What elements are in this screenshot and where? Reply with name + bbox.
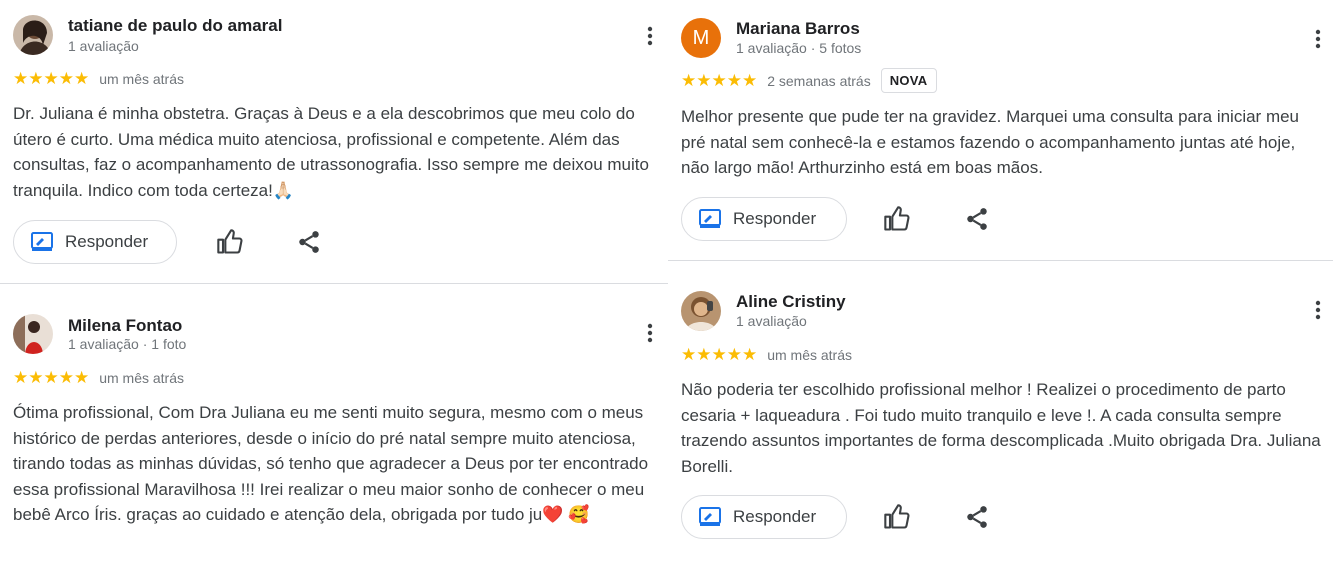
share-icon[interactable] [296, 229, 324, 257]
reviewer-name[interactable]: Aline Cristiny [736, 292, 846, 312]
review-text: Ótima profissional, Com Dra Juliana eu m… [13, 403, 649, 524]
review-date: um mês atrás [99, 70, 185, 87]
more-vert-icon[interactable] [1306, 27, 1330, 51]
rating: ★★★★★ 2 semanas atrás NOVA [681, 68, 937, 93]
review-card: Milena Fontao 1 avaliação · 1 foto ★★★★★… [13, 284, 668, 561]
reviewer-name[interactable]: Milena Fontao [68, 316, 182, 336]
review-card: M Mariana Barros 1 avaliação · 5 fotos ★… [681, 0, 1333, 260]
review-date: um mês atrás [767, 346, 853, 363]
share-icon[interactable] [964, 206, 992, 234]
review-text: Melhor presente que pude ter na gravidez… [681, 107, 1300, 177]
reviewer-meta[interactable]: 1 avaliação · 5 fotos [736, 40, 861, 56]
review-date: um mês atrás [99, 369, 185, 386]
reviewer-meta[interactable]: 1 avaliação · 1 foto [68, 336, 186, 352]
avatar[interactable] [681, 291, 721, 331]
star-rating-icon: ★★★★★ [13, 69, 90, 88]
review-text: Não poderia ter escolhido profissional m… [681, 380, 1321, 476]
reviewer-name[interactable]: Mariana Barros [736, 19, 860, 39]
rating: ★★★★★ um mês atrás [13, 369, 184, 386]
review-text: Dr. Juliana é minha obstetra. Graças à D… [13, 104, 649, 200]
reply-label: Responder [733, 209, 817, 228]
more-vert-icon[interactable] [638, 321, 662, 345]
reply-button[interactable]: Responder [681, 197, 847, 241]
rating: ★★★★★ um mês atrás [681, 346, 852, 363]
avatar[interactable] [13, 314, 53, 354]
star-rating-icon: ★★★★★ [681, 345, 758, 364]
new-badge: NOVA [880, 68, 937, 93]
reviewer-name[interactable]: tatiane de paulo do amaral [68, 16, 282, 36]
reviewer-meta[interactable]: 1 avaliação [68, 38, 139, 54]
thumb-up-icon[interactable] [883, 503, 911, 531]
more-vert-icon[interactable] [1306, 298, 1330, 322]
reply-icon [31, 232, 53, 251]
reply-icon [699, 209, 721, 228]
avatar[interactable] [13, 15, 53, 55]
reviewer-meta[interactable]: 1 avaliação [736, 313, 807, 329]
reply-icon [699, 507, 721, 526]
review-date: 2 semanas atrás [767, 72, 871, 89]
reply-label: Responder [733, 507, 817, 526]
star-rating-icon: ★★★★★ [681, 71, 758, 90]
thumb-up-icon[interactable] [216, 228, 244, 256]
thumb-up-icon[interactable] [883, 205, 911, 233]
review-card: Aline Cristiny 1 avaliação ★★★★★ um mês … [681, 261, 1333, 561]
star-rating-icon: ★★★★★ [13, 368, 90, 387]
reply-button[interactable]: Responder [13, 220, 177, 264]
rating: ★★★★★ um mês atrás [13, 70, 184, 87]
reply-button[interactable]: Responder [681, 495, 847, 539]
share-icon[interactable] [964, 504, 992, 532]
avatar[interactable]: M [681, 18, 721, 58]
reply-label: Responder [65, 232, 149, 251]
review-card: tatiane de paulo do amaral 1 avaliação ★… [13, 0, 668, 283]
more-vert-icon[interactable] [638, 24, 662, 48]
